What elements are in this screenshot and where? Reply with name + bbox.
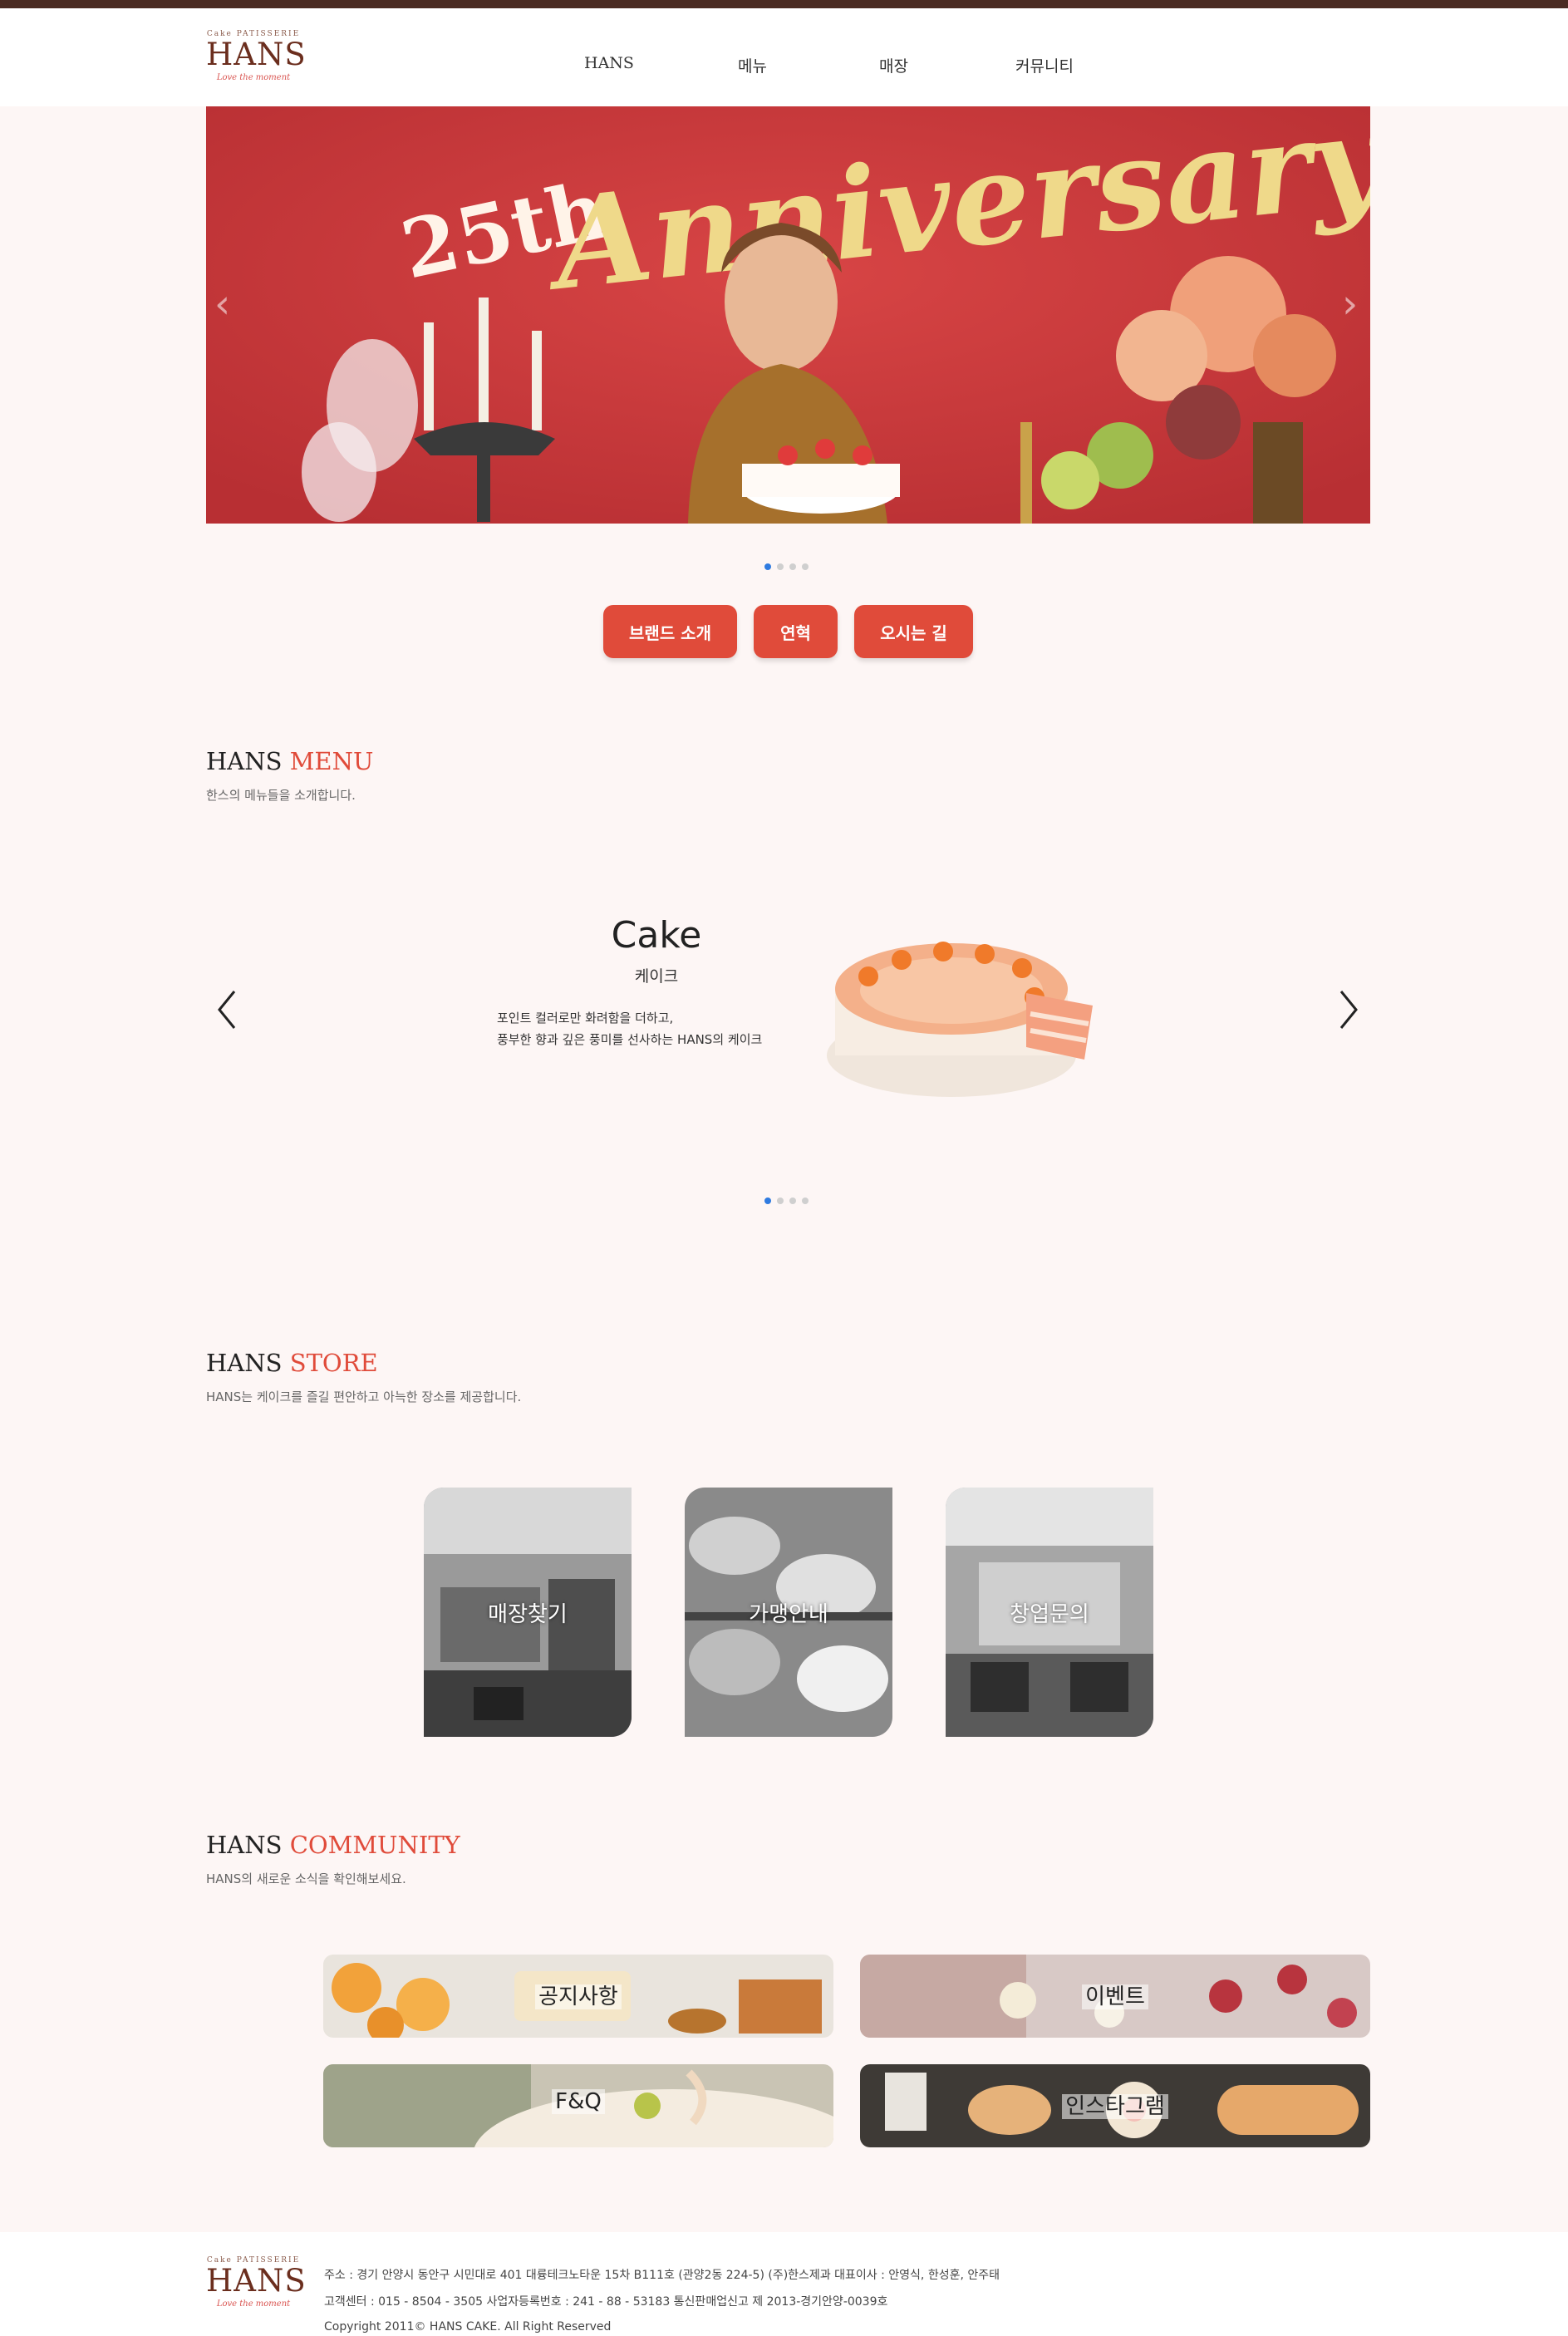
nav-item-hans[interactable]: HANS: [584, 54, 634, 72]
community-title-main: HANS: [206, 1831, 283, 1859]
banner-next-arrow[interactable]: ›: [1342, 281, 1358, 327]
logo-tagline: Love the moment: [216, 73, 291, 82]
top-border-bar: [0, 0, 1568, 8]
store-franchise-label: 가맹안내: [749, 1602, 828, 1627]
banner-dot-2[interactable]: [777, 563, 784, 570]
hero-banner[interactable]: 25th Anniversary ‹ ›: [206, 106, 1370, 524]
menu-item-name: Cake: [611, 914, 702, 957]
directions-button[interactable]: 오시는 길: [854, 605, 973, 658]
community-section-subtitle: HANS의 새로운 소식을 확인해보세요.: [206, 1871, 406, 1886]
menu-dot-4[interactable]: [802, 1198, 809, 1204]
community-title-accent: COMMUNITY: [289, 1831, 460, 1859]
store-section-subtitle: HANS는 케이크를 즐길 편안하고 아늑한 장소를 제공합니다.: [206, 1389, 522, 1404]
store-card-startup[interactable]: 창업문의: [946, 1488, 1153, 1737]
store-startup-label: 창업문의: [1010, 1602, 1089, 1627]
site-footer: Cake PATISSERIE HANS Love the moment 주소 …: [0, 2232, 1568, 2336]
menu-dot-2[interactable]: [777, 1198, 784, 1204]
footer-logo-brand-text: HANS: [206, 2263, 307, 2299]
store-title-accent: STORE: [289, 1349, 378, 1377]
header-logo[interactable]: Cake PATISSERIE HANS Love the moment: [206, 30, 307, 100]
footer-business-info: 고객센터 : 015 - 8504 - 3505 사업자등록번호 : 241 -…: [324, 2295, 888, 2309]
logo-brand-text: HANS: [206, 37, 307, 72]
menu-next-arrow[interactable]: [1336, 985, 1361, 1035]
menu-desc-line1: 포인트 컬러로만 화려함을 더하고,: [497, 1011, 674, 1025]
footer-copyright: Copyright 2011© HANS CAKE. All Right Res…: [324, 2320, 612, 2334]
menu-dot-1[interactable]: [764, 1198, 771, 1204]
menu-desc-line2: 풍부한 향과 깊은 풍미를 선사하는 HANS의 케이크: [497, 1032, 763, 1047]
store-find-label: 매장찾기: [488, 1602, 568, 1627]
menu-prev-arrow[interactable]: [214, 985, 239, 1035]
site-header: Cake PATISSERIE HANS Love the moment HAN…: [0, 8, 1568, 106]
community-section-title: HANS COMMUNITY: [206, 1831, 460, 1859]
footer-logo-tagline: Love the moment: [216, 2299, 291, 2309]
community-card-notice[interactable]: 공지사항: [323, 1955, 833, 2038]
menu-title-main: HANS: [206, 747, 283, 775]
community-card-event[interactable]: 이벤트: [860, 1955, 1370, 2038]
menu-section-subtitle: 한스의 메뉴들을 소개합니다.: [206, 788, 356, 803]
menu-dot-3[interactable]: [789, 1198, 796, 1204]
banner-prev-arrow[interactable]: ‹: [214, 281, 230, 327]
menu-section-title: HANS MENU: [206, 747, 373, 775]
banner-dot-4[interactable]: [802, 563, 809, 570]
footer-logo[interactable]: Cake PATISSERIE HANS Love the moment: [206, 2256, 307, 2309]
community-card-faq[interactable]: F&Q: [323, 2064, 833, 2147]
community-card-instagram[interactable]: 인스타그램: [860, 2064, 1370, 2147]
store-card-find[interactable]: 매장찾기: [424, 1488, 632, 1737]
banner-pagination: [764, 563, 809, 570]
event-label: 이벤트: [860, 1979, 1370, 2010]
menu-title-accent: MENU: [289, 747, 374, 775]
cake-image: [827, 942, 1093, 1097]
store-card-franchise[interactable]: 가맹안내: [685, 1488, 892, 1737]
instagram-label: 인스타그램: [860, 2089, 1370, 2120]
notice-label: 공지사항: [323, 1979, 833, 2010]
nav-item-store[interactable]: 매장: [879, 54, 908, 76]
menu-item-name-kr: 케이크: [634, 967, 679, 986]
nav-item-menu[interactable]: 메뉴: [738, 54, 767, 76]
nav-item-community[interactable]: 커뮤니티: [1015, 54, 1074, 76]
banner-dot-1[interactable]: [764, 563, 771, 570]
store-title-main: HANS: [206, 1349, 283, 1377]
banner-dot-3[interactable]: [789, 563, 796, 570]
banner-illustration: 25th Anniversary: [206, 106, 1370, 524]
menu-item-description: 포인트 컬러로만 화려함을 더하고, 풍부한 향과 깊은 풍미를 선사하는 HA…: [497, 1007, 813, 1050]
footer-address: 주소 : 경기 안양시 동안구 시민대로 401 대륭테크노타운 15차 B11…: [324, 2269, 1000, 2282]
store-section-title: HANS STORE: [206, 1349, 378, 1377]
menu-pagination: [764, 1198, 809, 1204]
faq-label: F&Q: [323, 2089, 833, 2114]
history-button[interactable]: 연혁: [754, 605, 838, 658]
brand-intro-button[interactable]: 브랜드 소개: [603, 605, 737, 658]
